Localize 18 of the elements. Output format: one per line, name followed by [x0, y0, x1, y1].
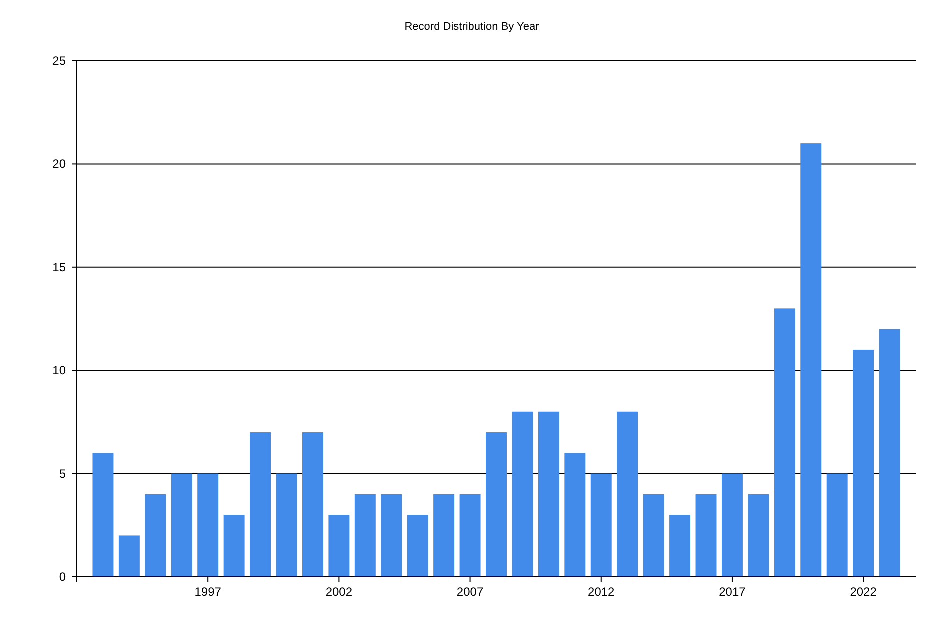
chart-title: Record Distribution By Year — [404, 21, 540, 33]
y-tick-label: 15 — [52, 260, 66, 274]
y-tick-label: 25 — [52, 54, 66, 68]
x-tick-label: 2022 — [850, 585, 877, 599]
x-tick-label: 2007 — [456, 585, 484, 599]
x-tick-label: 2012 — [588, 585, 615, 599]
bar — [328, 515, 350, 577]
y-tick-label: 10 — [52, 364, 66, 378]
y-tick-label: 0 — [59, 570, 66, 584]
bar — [407, 515, 428, 577]
x-tick-label: 2002 — [326, 585, 353, 599]
bar — [670, 515, 691, 577]
y-tick-label: 20 — [52, 157, 66, 172]
x-tick-label: 2017 — [719, 585, 746, 599]
y-tick-label: 5 — [59, 466, 66, 481]
bar — [224, 515, 245, 577]
bar — [118, 536, 140, 577]
x-tick-label: 1997 — [194, 585, 222, 599]
